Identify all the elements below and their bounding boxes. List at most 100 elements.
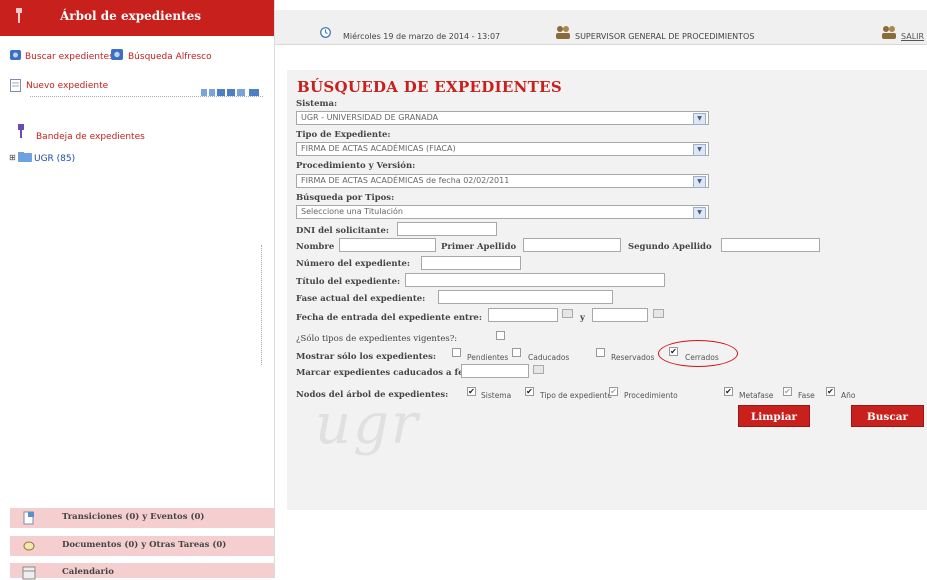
clock-icon [320,27,331,38]
tipo-value: FIRMA DE ACTAS ACADÉMICAS (FIACA) [301,144,456,153]
sistema-value: UGR - UNIVERSIDAD DE GRANADA [301,113,439,122]
calendar-icon[interactable] [653,309,664,318]
reservados-label: Reservados [611,353,655,362]
caducados-fecha-label: Marcar expedientes caducados a fecha: [296,368,484,378]
por-tipos-value: Seleccione una Titulación [301,207,403,216]
fase-label: Fase actual del expediente: [296,294,426,304]
document-icon [10,79,21,92]
fecha-label: Fecha de entrada del expediente entre: [296,313,482,323]
logout-icon [882,26,896,39]
nodo-metafase-checkbox[interactable]: ✔ [724,387,733,396]
apellido1-label: Primer Apellido [441,242,517,252]
header-strip: Miércoles 19 de marzo de 2014 - 13:07 SU… [275,10,927,45]
fecha-y-label: y [580,313,585,323]
apellido2-label: Segundo Apellido [628,242,712,252]
tipo-select[interactable]: FIRMA DE ACTAS ACADÉMICAS (FIACA) ▼ [296,142,709,156]
caducados-fecha-input[interactable] [461,364,529,378]
folder-icon [18,152,32,162]
nodo-tipo-checkbox[interactable]: ✔ [525,387,534,396]
fase-input[interactable] [438,290,613,304]
mostrar-label: Mostrar sólo los expedientes: [296,352,437,362]
nodo-tipo-label: Tipo de expediente [540,391,612,400]
page-title: BÚSQUEDA DE EXPEDIENTES [297,78,562,96]
pendientes-label: Pendientes [467,353,509,362]
numero-label: Número del expediente: [296,259,411,269]
nodo-sistema-label: Sistema [481,391,512,400]
user-role: SUPERVISOR GENERAL DE PROCEDIMIENTOS [575,32,755,41]
search-files-link[interactable]: Buscar expedientes [25,52,114,62]
nodo-fase-label: Fase [798,391,815,400]
procedimiento-label: Procedimiento y Versión: [296,161,416,171]
logout-link[interactable]: SALIR [901,32,924,41]
new-file-link[interactable]: Nuevo expediente [26,81,108,91]
nav-calendar-label: Calendario [62,567,114,577]
fecha-desde-input[interactable] [488,308,558,322]
user-icon [556,26,570,39]
nav-calendar[interactable]: Calendario [10,563,274,580]
nombre-label: Nombre [296,242,335,252]
alfresco-search-icon [111,49,123,60]
pendientes-checkbox[interactable] [452,348,461,357]
alfresco-search-link[interactable]: Búsqueda Alfresco [128,52,212,62]
nodos-label: Nodos del árbol de expedientes: [296,390,449,400]
search-icon [10,50,21,60]
panel-wave [287,470,927,510]
reservados-checkbox[interactable] [596,348,605,357]
numero-input[interactable] [421,256,521,270]
fecha-hasta-input[interactable] [592,308,648,322]
titulo-input[interactable] [405,273,665,287]
toolbar-icons[interactable] [201,88,263,97]
tree-icon [16,8,22,23]
chevron-down-icon: ▼ [693,144,706,156]
nodo-anio-label: Año [841,391,856,400]
por-tipos-label: Búsqueda por Tipos: [296,193,395,203]
transitions-icon [23,511,34,525]
dni-input[interactable] [397,222,497,236]
sidebar-title: Árbol de expedientes [60,9,202,23]
calendar-icon[interactable] [562,309,573,318]
nodo-procedimiento-label: Procedimiento [624,391,678,400]
procedimiento-value: FIRMA DE ACTAS ACADÉMICAS de fecha 02/02… [301,176,510,185]
documents-icon [23,541,35,551]
limpiar-button[interactable]: Limpiar [738,405,810,427]
caducados-label: Caducados [528,353,570,362]
sidebar-header: Árbol de expedientes [0,0,274,36]
sistema-label: Sistema: [296,99,338,109]
dni-label: DNI del solicitante: [296,226,390,236]
inbox-icon [18,124,24,138]
tree-node-ugr[interactable]: UGR (85) [34,154,75,164]
vigentes-label: ¿Sólo tipos de expedientes vigentes?: [296,334,458,344]
nav-documents-label: Documentos (0) y Otras Tareas (0) [62,540,227,550]
procedimiento-select[interactable]: FIRMA DE ACTAS ACADÉMICAS de fecha 02/02… [296,174,709,188]
apellido1-input[interactable] [523,238,621,252]
nombre-input[interactable] [339,238,436,252]
chevron-down-icon: ▼ [693,113,706,125]
chevron-down-icon: ▼ [693,176,706,188]
chevron-down-icon: ▼ [693,207,706,219]
titulo-label: Título del expediente: [296,277,401,287]
watermark: ugr [315,392,420,457]
nodo-metafase-label: Metafase [739,391,774,400]
expand-icon[interactable]: ⊞ [9,153,16,162]
por-tipos-select[interactable]: Seleccione una Titulación ▼ [296,205,709,219]
inbox-link[interactable]: Bandeja de expedientes [36,132,145,142]
vigentes-checkbox[interactable] [496,331,505,340]
splitter[interactable] [261,245,262,365]
nav-transitions[interactable]: Transiciones (0) y Eventos (0) [10,508,274,528]
calendar-icon[interactable] [533,365,544,374]
apellido2-input[interactable] [721,238,820,252]
nav-documents[interactable]: Documentos (0) y Otras Tareas (0) [10,536,274,556]
tree-toolbar [201,88,263,97]
sidebar: Árbol de expedientes Buscar expedientes … [0,0,275,580]
highlight-ellipse [658,340,738,367]
nodo-sistema-checkbox[interactable]: ✔ [467,387,476,396]
sistema-select[interactable]: UGR - UNIVERSIDAD DE GRANADA ▼ [296,111,709,125]
tipo-label: Tipo de Expediente: [296,130,391,140]
datetime: Miércoles 19 de marzo de 2014 - 13:07 [343,32,501,41]
nodo-procedimiento-checkbox[interactable]: ✔ [609,387,618,396]
nodo-anio-checkbox[interactable]: ✔ [826,387,835,396]
nav-transitions-label: Transiciones (0) y Eventos (0) [62,512,205,522]
buscar-button[interactable]: Buscar [851,405,924,427]
caducados-checkbox[interactable] [512,348,521,357]
nodo-fase-checkbox[interactable]: ✔ [783,387,792,396]
